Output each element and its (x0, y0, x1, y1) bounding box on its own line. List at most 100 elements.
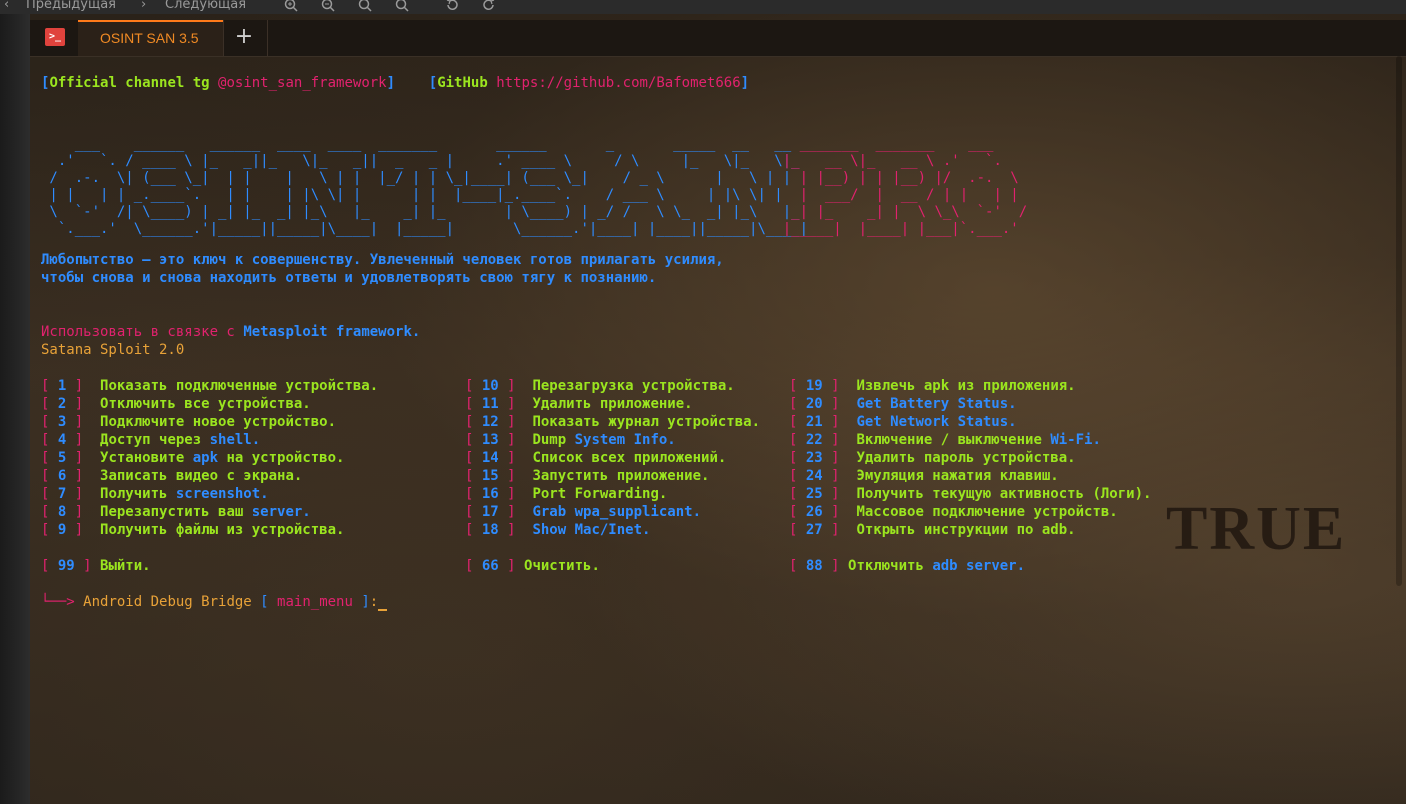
menu-item-26[interactable]: [ 26 ] Массовое подключение устройств. (789, 503, 1151, 521)
menu-item-label: adb server. (932, 558, 1026, 574)
menu-bracket: [ (41, 414, 58, 430)
menu-item-label: apk (923, 378, 950, 394)
menu-item-25[interactable]: [ 25 ] Получить текущую активность (Логи… (789, 485, 1151, 503)
menu-item-16[interactable]: [ 16 ] Port Forwarding. (465, 485, 760, 503)
command-prompt[interactable]: └──> Android Debug Bridge [ main_menu ]: (41, 593, 388, 611)
menu-number: 11 (481, 396, 499, 412)
menu-item-5[interactable]: [ 5 ] Установите apk на устройство. (41, 449, 378, 467)
usage-framework: Metasploit framework. (243, 324, 421, 340)
menu-item-label: Показать журнал устройства. (532, 414, 761, 430)
menu-bracket: [ (41, 486, 58, 502)
menu-item-label: screenshot. (175, 486, 269, 502)
menu-item-label: Get Battery Status. (856, 396, 1017, 412)
menu-bracket: [ (789, 522, 806, 538)
menu-bracket: [ (41, 504, 58, 520)
menu-item-label: Перезапустить ваш (100, 504, 252, 520)
channel-handle: @osint_san_framework (218, 75, 387, 91)
prev-button[interactable]: Предыдущая (26, 0, 116, 13)
menu-bracket: [ (789, 486, 806, 502)
channel-label: Official channel tg (49, 75, 210, 91)
tab-divider (267, 20, 268, 56)
menu-bracket: [ (41, 522, 58, 538)
menu-bracket: [ (41, 450, 58, 466)
menu-bracket: [ (465, 396, 482, 412)
zoom-reset-icon[interactable] (395, 0, 409, 12)
menu-item-27[interactable]: [ 27 ] Открыть инструкции по adb. (789, 521, 1151, 539)
zoom-out-icon[interactable] (321, 0, 335, 12)
forward-arrow-icon[interactable]: › (141, 0, 146, 13)
menu-item-17[interactable]: [ 17 ] Grab wpa_supplicant. (465, 503, 760, 521)
ascii-banner: ___ ______ ______ ____ ____ _______ ____… (41, 136, 1027, 237)
menu-bracket: ] (498, 522, 533, 538)
menu-item-6[interactable]: [ 6 ] Записать видео с экрана. (41, 467, 378, 485)
menu-item-12[interactable]: [ 12 ] Показать журнал устройства. (465, 413, 760, 431)
menu-bracket: [ (789, 504, 806, 520)
menu-item-99[interactable]: [ 99 ] Выйти. (41, 557, 151, 575)
zoom-fit-icon[interactable] (358, 0, 372, 12)
menu-item-3[interactable]: [ 3 ] Подключите новое устройство. (41, 413, 378, 431)
rotate-left-icon[interactable] (445, 0, 459, 12)
menu-item-label: Получить файлы из устройства. (100, 522, 345, 538)
tagline-line-2: чтобы снова и снова находить ответы и уд… (41, 270, 657, 286)
menu-item-9[interactable]: [ 9 ] Получить файлы из устройства. (41, 521, 378, 539)
menu-item-label: shell. (209, 432, 261, 448)
menu-item-66[interactable]: [ 66 ] Очистить. (465, 557, 600, 575)
menu-item-4[interactable]: [ 4 ] Доступ через shell. (41, 431, 378, 449)
menu-bracket: ] (66, 486, 101, 502)
menu-bracket: ] (822, 414, 857, 430)
ascii-banner-pink: _______ _______ ___ |_ __ \|_ __ \ .' `. (782, 136, 1028, 237)
menu-number: 18 (481, 522, 499, 538)
next-button[interactable]: Следующая (165, 0, 246, 13)
menu-item-11[interactable]: [ 11 ] Удалить приложение. (465, 395, 760, 413)
menu-item-label: System Info. (574, 432, 676, 448)
menu-item-7[interactable]: [ 7 ] Получить screenshot. (41, 485, 378, 503)
menu-item-18[interactable]: [ 18 ] Show Mac/Inet. (465, 521, 760, 539)
menu-item-8[interactable]: [ 8 ] Перезапустить ваш server. (41, 503, 378, 521)
menu-item-10[interactable]: [ 10 ] Перезагрузка устройства. (465, 377, 760, 395)
menu-item-88[interactable]: [ 88 ] Отключить adb server. (789, 557, 1025, 575)
menu-bracket: ] (66, 378, 101, 394)
menu-bracket: ] (498, 414, 533, 430)
terminal-output[interactable]: [ Official channel tg @osint_san_framewor… (41, 74, 1401, 611)
menu-bracket: [ (41, 432, 58, 448)
tab-osint-san[interactable]: OSINT SAN 3.5 (78, 20, 223, 56)
menu-item-21[interactable]: [ 21 ] Get Network Status. (789, 413, 1151, 431)
zoom-in-icon[interactable] (284, 0, 298, 12)
menu-item-label: Перезагрузка устройства. (532, 378, 735, 394)
menu-number: 10 (481, 378, 499, 394)
menu-bracket: [ (789, 432, 806, 448)
prompt-menu-name: main_menu (277, 594, 353, 610)
menu-bracket: [ (465, 522, 482, 538)
menu-number: 14 (481, 450, 499, 466)
menu-bracket: ] (822, 450, 857, 466)
menu-bracket: [ (789, 450, 806, 466)
menu-item-13[interactable]: [ 13 ] Dump System Info. (465, 431, 760, 449)
menu-item-20[interactable]: [ 20 ] Get Battery Status. (789, 395, 1151, 413)
menu-item-1[interactable]: [ 1 ] Показать подключенные устройства. (41, 377, 378, 395)
menu-number: 22 (805, 432, 823, 448)
github-label: GitHub (437, 75, 488, 91)
menu-number: 25 (805, 486, 823, 502)
menu-bracket: ] (66, 432, 101, 448)
terminal-icon[interactable]: >_ (45, 28, 65, 46)
menu-bracket: ] (822, 468, 857, 484)
menu-item-22[interactable]: [ 22 ] Включение / выключение Wi-Fi. (789, 431, 1151, 449)
menu-item-label: Включение / выключение (856, 432, 1051, 448)
menu-bracket: [ (465, 450, 482, 466)
menu-item-19[interactable]: [ 19 ] Извлечь apk из приложения. (789, 377, 1151, 395)
menu-item-24[interactable]: [ 24 ] Эмуляция нажатия клавиш. (789, 467, 1151, 485)
menu-number: 27 (805, 522, 823, 538)
rotate-right-icon[interactable] (482, 0, 496, 12)
back-arrow-icon[interactable]: ‹ (4, 0, 9, 13)
menu-item-14[interactable]: [ 14 ] Список всех приложений. (465, 449, 760, 467)
menu-bracket: ] (822, 504, 857, 520)
prompt-suffix: : (369, 594, 379, 610)
menu-item-2[interactable]: [ 2 ] Отключить все устройства. (41, 395, 378, 413)
menu-bracket: ] (498, 432, 533, 448)
menu-bracket: ] (498, 558, 525, 574)
menu-bracket: [ (465, 414, 482, 430)
menu-item-15[interactable]: [ 15 ] Запустить приложение. (465, 467, 760, 485)
menu-item-23[interactable]: [ 23 ] Удалить пароль устройства. (789, 449, 1151, 467)
new-tab-button[interactable]: + (230, 24, 258, 52)
menu-bracket: ] (66, 414, 101, 430)
